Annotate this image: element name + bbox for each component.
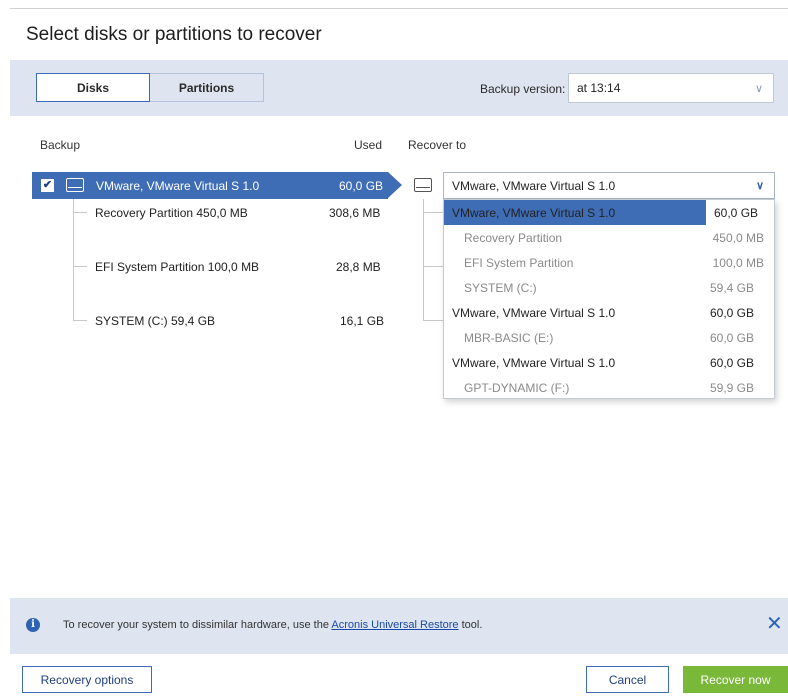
option-size: 60,0 GB [709, 331, 754, 345]
option-size: 450,0 MB [712, 231, 764, 245]
partition-name: Recovery Partition 450,0 MB [95, 206, 248, 220]
row-arrow [388, 172, 402, 198]
chevron-down-icon: ∨ [754, 83, 763, 95]
dropdown-option[interactable]: MBR-BASIC (E:) 60,0 GB [444, 325, 774, 350]
column-header-recover-to: Recover to [408, 138, 467, 152]
recover-to-select[interactable]: VMware, VMware Virtual S 1.0 ∨ [443, 172, 775, 199]
backup-disk-row[interactable]: ✔ VMware, VMware Virtual S 1.0 60,0 GB [32, 172, 388, 199]
backup-version-value: at 13:14 [577, 81, 621, 95]
partition-used: 308,6 MB [329, 206, 381, 220]
recover-to-dropdown: VMware, VMware Virtual S 1.0 60,0 GB Rec… [443, 199, 775, 399]
disk-icon [66, 178, 84, 192]
tree-line [73, 199, 74, 321]
dropdown-option[interactable]: GPT-DYNAMIC (F:) 59,9 GB [444, 375, 774, 400]
option-size: 60,0 GB [714, 206, 759, 220]
partition-used: 16,1 GB [340, 314, 385, 328]
dropdown-option[interactable]: VMware, VMware Virtual S 1.0 60,0 GB [444, 350, 774, 375]
target-tree-branch [423, 320, 443, 321]
partition-name: EFI System Partition 100,0 MB [95, 260, 260, 274]
dropdown-option[interactable]: Recovery Partition 450,0 MB [444, 225, 774, 250]
chevron-down-icon: ∨ [755, 180, 764, 192]
option-name: MBR-BASIC (E:) [464, 331, 554, 345]
option-size: 60,0 GB [709, 356, 754, 370]
universal-restore-link[interactable]: Acronis Universal Restore [331, 619, 458, 631]
top-divider [10, 8, 788, 9]
info-icon: i [26, 618, 40, 632]
recover-to-value: VMware, VMware Virtual S 1.0 [452, 179, 616, 193]
info-message: To recover your system to dissimilar har… [63, 619, 482, 631]
option-name: EFI System Partition [464, 256, 574, 270]
option-name: Recovery Partition [464, 231, 563, 245]
page-title: Select disks or partitions to recover [26, 24, 322, 45]
tree-branch [73, 320, 87, 321]
target-tree-line [423, 199, 424, 321]
backup-disk-name: VMware, VMware Virtual S 1.0 [96, 179, 260, 193]
backup-disk-used: 60,0 GB [339, 179, 384, 193]
tab-disks[interactable]: Disks [36, 73, 150, 102]
recovery-options-button[interactable]: Recovery options [22, 666, 152, 693]
recover-now-button[interactable]: Recover now [683, 666, 788, 693]
backup-version-select[interactable]: at 13:14 ∨ [568, 73, 774, 103]
toolbar: Disks Partitions Backup version: at 13:1… [10, 60, 788, 116]
option-name: VMware, VMware Virtual S 1.0 [452, 206, 616, 220]
option-name: GPT-DYNAMIC (F:) [464, 381, 570, 395]
disk-checkbox[interactable]: ✔ [41, 179, 54, 192]
tab-partitions[interactable]: Partitions [150, 73, 264, 102]
option-size: 60,0 GB [709, 306, 754, 320]
info-bar: i To recover your system to dissimilar h… [10, 598, 788, 654]
dropdown-option[interactable]: VMware, VMware Virtual S 1.0 60,0 GB [444, 300, 774, 325]
option-size: 59,9 GB [709, 381, 754, 395]
backup-version-label: Backup version: [480, 82, 566, 96]
target-tree-branch [423, 212, 443, 213]
partition-name: SYSTEM (C:) 59,4 GB [95, 314, 216, 328]
target-disk-icon [414, 178, 432, 192]
tree-branch [73, 212, 87, 213]
option-size: 100,0 MB [712, 256, 764, 270]
option-name: VMware, VMware Virtual S 1.0 [452, 306, 616, 320]
info-text-before: To recover your system to dissimilar har… [63, 619, 332, 631]
option-name: SYSTEM (C:) [464, 281, 537, 295]
cancel-button[interactable]: Cancel [586, 666, 669, 693]
option-name: VMware, VMware Virtual S 1.0 [452, 356, 616, 370]
partition-used: 28,8 MB [336, 260, 381, 274]
target-tree-branch [423, 266, 443, 267]
dropdown-option[interactable]: EFI System Partition 100,0 MB [444, 250, 774, 275]
column-header-backup: Backup [40, 138, 81, 152]
dropdown-option[interactable]: SYSTEM (C:) 59,4 GB [444, 275, 774, 300]
dropdown-option[interactable]: VMware, VMware Virtual S 1.0 [444, 200, 706, 225]
close-icon[interactable]: ✕ [766, 614, 783, 634]
view-toggle: Disks Partitions [36, 73, 264, 102]
column-header-used: Used [354, 138, 383, 152]
option-size: 59,4 GB [709, 281, 754, 295]
info-text-after: tool. [458, 619, 483, 631]
tree-branch [73, 266, 87, 267]
